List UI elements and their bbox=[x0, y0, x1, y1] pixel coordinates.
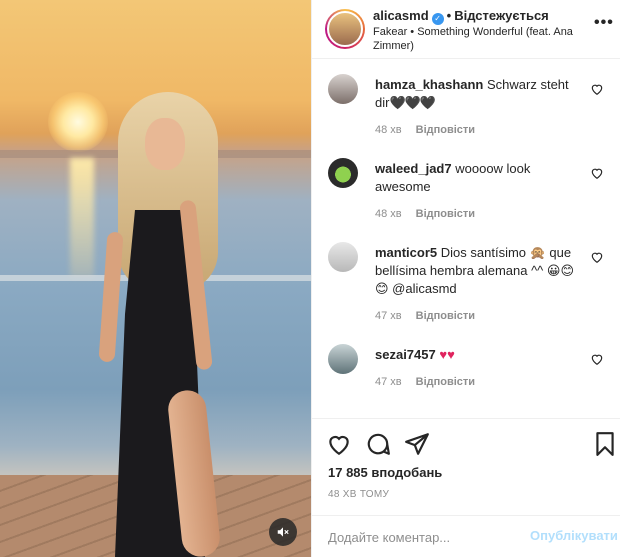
more-options-icon[interactable]: ••• bbox=[594, 14, 614, 32]
commenter-avatar[interactable] bbox=[328, 74, 358, 104]
comment-bubble-icon[interactable] bbox=[365, 431, 391, 457]
author-avatar[interactable] bbox=[325, 9, 365, 49]
comment-emoji: ♥♥ bbox=[439, 347, 455, 362]
comment-username[interactable]: sezai7457 bbox=[375, 347, 436, 362]
post-media[interactable] bbox=[0, 0, 311, 557]
bookmark-icon[interactable] bbox=[592, 431, 618, 457]
reply-button[interactable]: Відповісти bbox=[416, 310, 475, 322]
comment-username[interactable]: manticor5 bbox=[375, 245, 437, 260]
post-timestamp: 48 ХВ ТОМУ bbox=[328, 489, 390, 500]
reply-button[interactable]: Відповісти bbox=[416, 376, 475, 388]
woman-arm-left bbox=[98, 231, 124, 363]
comment-input[interactable] bbox=[328, 526, 518, 548]
speaker-muted-icon bbox=[277, 527, 289, 537]
comment-like-icon[interactable] bbox=[590, 250, 604, 264]
post-panel: alicasmd ✓ • Відстежується Fakear • Somethi… bbox=[311, 0, 620, 557]
sun bbox=[48, 92, 108, 152]
follow-status-button[interactable]: Відстежується bbox=[454, 8, 549, 23]
comment-like-icon[interactable] bbox=[590, 82, 604, 96]
add-comment-bar: Опублікувати bbox=[312, 515, 620, 557]
comment-username[interactable]: hamza_khashann bbox=[375, 77, 483, 92]
comment-emoji: 🖤🖤🖤 bbox=[389, 95, 436, 110]
verified-badge-icon: ✓ bbox=[431, 13, 444, 25]
song-attribution[interactable]: Fakear • Something Wonderful (feat. Ana … bbox=[373, 25, 588, 53]
comment-time: 48 хв bbox=[375, 208, 402, 220]
reply-button[interactable]: Відповісти bbox=[416, 208, 475, 220]
sun-reflection bbox=[70, 158, 94, 278]
comment-time: 48 хв bbox=[375, 124, 402, 136]
paper-plane-icon[interactable] bbox=[404, 431, 430, 457]
heart-icon[interactable] bbox=[326, 431, 352, 457]
author-username[interactable]: alicasmd bbox=[373, 8, 429, 23]
comment-time: 47 хв bbox=[375, 376, 402, 388]
woman-face bbox=[145, 118, 185, 170]
separator-dot: • bbox=[446, 8, 452, 23]
comments-list[interactable]: hamza_khashann Schwarz steht dir🖤🖤🖤 48 х… bbox=[312, 60, 620, 418]
comment-like-icon[interactable] bbox=[590, 352, 604, 366]
commenter-avatar[interactable] bbox=[328, 242, 358, 272]
commenter-avatar[interactable] bbox=[328, 158, 358, 188]
publish-button[interactable]: Опублікувати bbox=[530, 528, 618, 543]
reply-button[interactable]: Відповісти bbox=[416, 124, 475, 136]
comment-like-icon[interactable] bbox=[590, 166, 604, 180]
mute-button[interactable] bbox=[269, 518, 297, 546]
post-header: alicasmd ✓ • Відстежується Fakear • Somethi… bbox=[312, 0, 620, 59]
commenter-avatar[interactable] bbox=[328, 344, 358, 374]
likes-count[interactable]: 17 885 вподобань bbox=[328, 465, 442, 480]
comment-time: 47 хв bbox=[375, 310, 402, 322]
post-actions: 17 885 вподобань 48 ХВ ТОМУ bbox=[312, 418, 620, 518]
comment-username[interactable]: waleed_jad7 bbox=[375, 161, 452, 176]
